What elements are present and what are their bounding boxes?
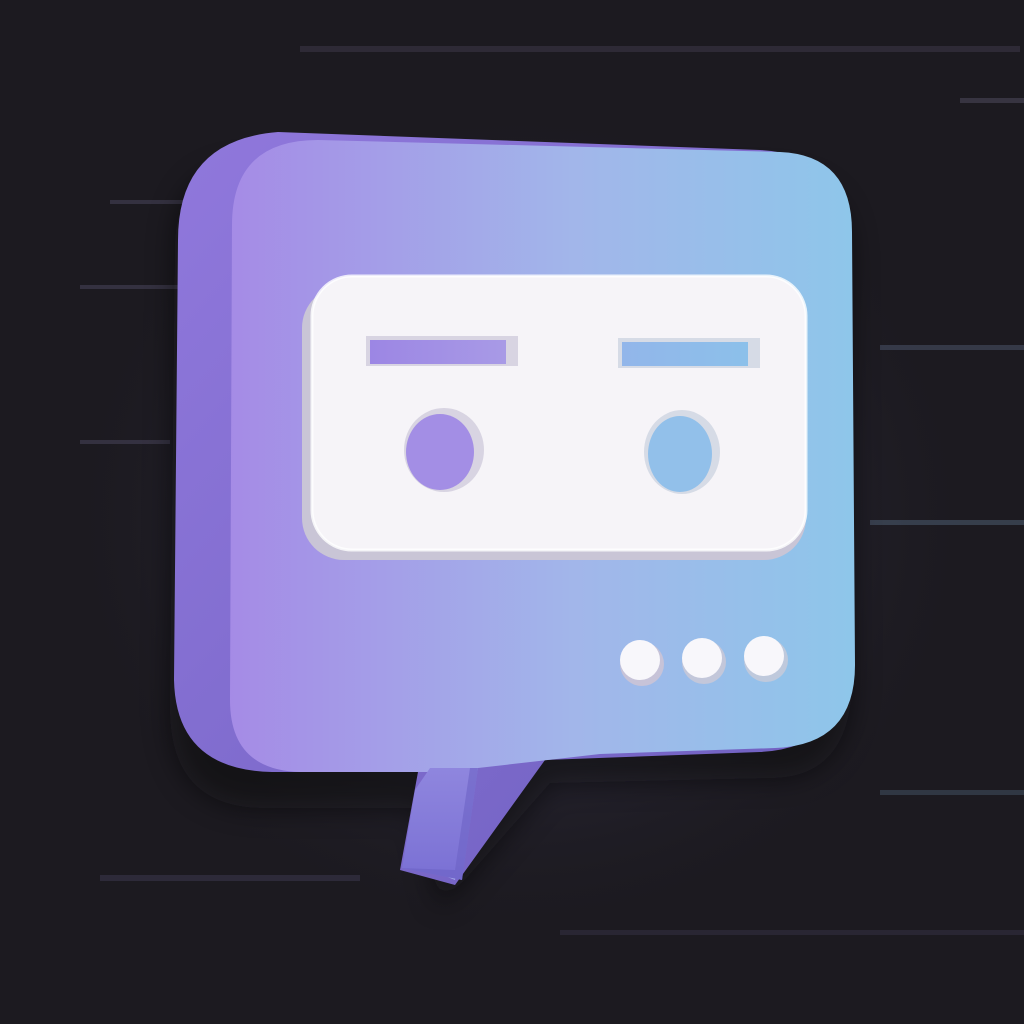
- left-eye-circle: [404, 408, 484, 492]
- chat-bot-icon-scene: [0, 0, 1024, 1024]
- chat-bot-icon: [50, 46, 1024, 950]
- right-eye-slot: [618, 338, 760, 368]
- left-eye-slot: [366, 336, 518, 366]
- right-eye-circle: [644, 410, 720, 494]
- typing-indicator: [620, 636, 788, 686]
- robot-face-plate: [302, 274, 808, 560]
